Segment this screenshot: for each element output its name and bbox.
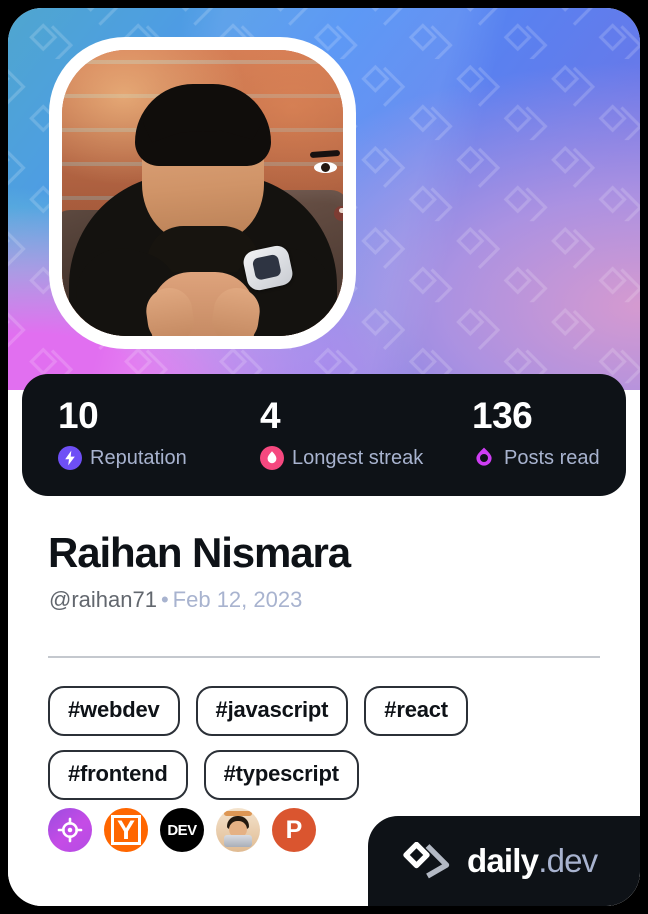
brand-daily-text: daily bbox=[467, 842, 539, 879]
posts-read-eye-icon bbox=[476, 447, 492, 466]
crosshair-glyph bbox=[57, 817, 83, 843]
tag-chip[interactable]: #frontend bbox=[48, 750, 188, 800]
profile-meta: @raihan71 • Feb 12, 2023 bbox=[49, 586, 302, 614]
devto-source-icon[interactable]: DEV bbox=[160, 808, 204, 852]
ycombinator-source-icon[interactable]: Y bbox=[104, 808, 148, 852]
brand-dev-text: .dev bbox=[538, 842, 598, 879]
stat-posts-read-value: 136 bbox=[472, 395, 533, 436]
streak-flame-icon bbox=[260, 446, 284, 470]
meta-separator: • bbox=[160, 587, 169, 612]
mini-avatar-laptop bbox=[224, 835, 252, 847]
stat-longest-streak: 4 Longest streak bbox=[224, 394, 436, 496]
avatar-mouth bbox=[334, 206, 343, 221]
avatar-eye-left bbox=[314, 162, 337, 173]
ph-letter: P bbox=[285, 815, 303, 844]
stat-reputation-label: Reputation bbox=[90, 447, 187, 469]
daily-dev-badge: daily.dev bbox=[368, 816, 640, 906]
stat-posts-read: 136 Posts read bbox=[436, 394, 626, 496]
page-title: Raihan Nismara bbox=[48, 529, 351, 576]
tag-chip[interactable]: #javascript bbox=[195, 686, 349, 736]
avatar-image-clip bbox=[62, 50, 343, 336]
producthunt-source-icon[interactable]: P bbox=[272, 808, 316, 852]
avatar bbox=[49, 37, 356, 349]
reputation-bolt-icon bbox=[58, 446, 82, 470]
section-divider bbox=[48, 656, 600, 658]
brand-name: daily.dev bbox=[467, 842, 598, 879]
yc-box-glyph: Y bbox=[111, 815, 141, 845]
devcard-root: 10 Reputation 4 Longest streak 136 Posts… bbox=[0, 0, 648, 914]
stats-bar: 10 Reputation 4 Longest streak 136 Posts… bbox=[22, 374, 626, 496]
daily-dev-logo-icon bbox=[403, 842, 450, 879]
avatar-photo bbox=[62, 50, 343, 336]
avatar-hands bbox=[150, 272, 255, 336]
stat-posts-read-label: Posts read bbox=[504, 447, 600, 469]
avatar-source-icon[interactable] bbox=[216, 808, 260, 852]
target-source-icon[interactable] bbox=[48, 808, 92, 852]
stat-longest-streak-value: 4 bbox=[260, 395, 281, 436]
tag-chip[interactable]: #webdev bbox=[48, 686, 180, 736]
profile-joined-date: Feb 12, 2023 bbox=[172, 587, 303, 612]
devcard-surface: 10 Reputation 4 Longest streak 136 Posts… bbox=[8, 8, 640, 906]
profile-handle: @raihan71 bbox=[49, 587, 157, 612]
profile-body: Raihan Nismara @raihan71 • Feb 12, 2023 #w… bbox=[8, 496, 640, 906]
stat-reputation: 10 Reputation bbox=[22, 394, 224, 496]
tag-list: #webdev #javascript #react #frontend #ty… bbox=[48, 686, 604, 800]
tag-chip[interactable]: #typescript bbox=[203, 750, 359, 800]
stat-longest-streak-label: Longest streak bbox=[292, 447, 424, 469]
stat-reputation-value: 10 bbox=[58, 395, 99, 436]
dev-letters: DEV bbox=[167, 821, 197, 839]
source-list: Y DEV P bbox=[48, 808, 316, 852]
yc-letter: Y bbox=[116, 814, 135, 845]
tag-chip[interactable]: #react bbox=[364, 686, 468, 736]
